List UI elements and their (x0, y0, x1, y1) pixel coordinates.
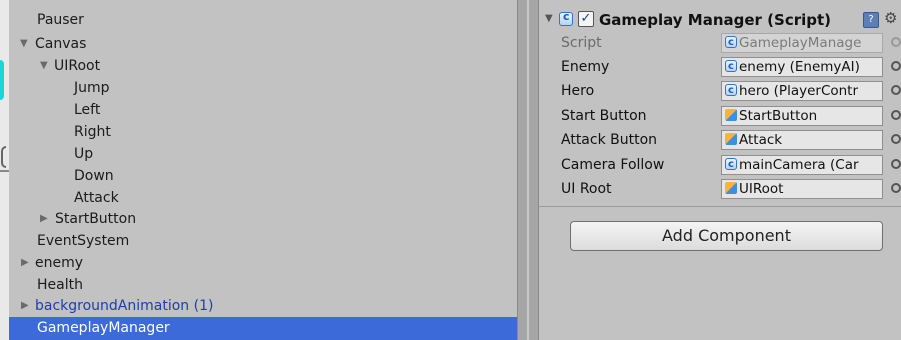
field-value: StartButton (739, 108, 818, 124)
tree-item-label: Jump (74, 80, 110, 96)
property-label: Camera Follow (561, 157, 665, 173)
tree-item-up[interactable]: Up (9, 143, 517, 165)
camera-follow-object-field[interactable]: mainCamera (Car (721, 155, 883, 175)
tree-item-label: Up (74, 146, 94, 162)
property-row-attack-button: Attack Button Attack (539, 129, 901, 151)
tree-item-label: enemy (35, 255, 84, 271)
property-label: Script (561, 35, 602, 51)
tree-item-uiroot[interactable]: ▼ UIRoot (9, 55, 517, 77)
tree-item-label: Right (74, 124, 111, 140)
property-row-ui-root: UI Root UIRoot (539, 178, 901, 200)
fold-arrow-icon[interactable]: ▼ (545, 13, 553, 24)
property-label: Enemy (561, 59, 610, 75)
property-label: UI Root (561, 181, 612, 197)
inspector-panel: ▼ ✓ Gameplay Manager (Script) ? ⚙ Script… (539, 0, 901, 340)
tree-item-label: Health (37, 277, 83, 293)
property-label: Start Button (561, 108, 647, 124)
tree-item-gameplaymanager[interactable]: GameplayManager (9, 317, 517, 340)
script-object-field: GameplayManage (721, 33, 883, 53)
attack-button-object-field[interactable]: Attack (721, 130, 883, 150)
tree-item-enemy[interactable]: ▶ enemy (9, 252, 517, 274)
tree-item-label: backgroundAnimation (1) (35, 298, 214, 314)
tree-item-canvas[interactable]: ▼ Canvas (9, 33, 517, 55)
component-enabled-checkbox[interactable]: ✓ (578, 11, 594, 27)
script-icon (725, 156, 737, 174)
tree-item-startbutton[interactable]: ▶ StartButton (9, 208, 517, 230)
field-value: mainCamera (Car (739, 157, 859, 173)
hierarchy-panel: Pauser ▼ Canvas ▼ UIRoot Jump Left Right… (9, 0, 517, 340)
tree-item-down[interactable]: Down (9, 165, 517, 187)
tree-item-health[interactable]: Health (9, 274, 517, 296)
object-picker-icon[interactable] (891, 85, 901, 95)
object-picker-icon (891, 37, 901, 47)
tree-item-label: Canvas (35, 36, 87, 52)
hero-object-field[interactable]: hero (PlayerContr (721, 81, 883, 101)
scene-view-edge-line (0, 170, 9, 172)
object-picker-icon[interactable] (891, 183, 901, 193)
tree-item-backgroundanimation[interactable]: ▶ backgroundAnimation (1) (9, 295, 517, 317)
tree-item-eventsystem[interactable]: EventSystem (9, 230, 517, 252)
tree-item-pauser[interactable]: Pauser (9, 9, 517, 31)
object-picker-icon[interactable] (891, 159, 901, 169)
ui-root-object-field[interactable]: UIRoot (721, 179, 883, 199)
expand-arrow-icon[interactable]: ▶ (40, 208, 48, 230)
property-label: Hero (561, 83, 595, 99)
property-row-camera-follow: Camera Follow mainCamera (Car (539, 154, 901, 176)
add-component-button[interactable]: Add Component (570, 221, 883, 251)
tree-item-label: StartButton (55, 211, 137, 227)
expand-arrow-icon[interactable]: ▶ (21, 295, 29, 317)
tree-item-label: Pauser (37, 12, 84, 28)
prefab-cube-icon (725, 182, 737, 194)
enemy-object-field[interactable]: enemy (EnemyAI) (721, 57, 883, 77)
object-picker-icon[interactable] (891, 61, 901, 71)
tree-item-attack[interactable]: Attack (9, 187, 517, 209)
field-value: UIRoot (739, 181, 784, 197)
scene-view-edge-mark (1, 146, 6, 168)
scene-view-edge-artifact (0, 60, 4, 100)
component-title: Gameplay Manager (Script) (599, 11, 832, 29)
tree-item-right[interactable]: Right (9, 121, 517, 143)
component-header[interactable]: ▼ ✓ Gameplay Manager (Script) ? ⚙ (539, 8, 901, 32)
property-row-script: Script GameplayManage (539, 32, 901, 54)
object-picker-icon[interactable] (891, 110, 901, 120)
script-icon (725, 34, 737, 52)
expand-arrow-icon[interactable]: ▶ (21, 252, 29, 274)
field-value: GameplayManage (739, 35, 862, 51)
field-value: Attack (739, 132, 783, 148)
field-value: hero (PlayerContr (739, 83, 859, 99)
expand-arrow-icon[interactable]: ▼ (20, 33, 28, 55)
property-row-enemy: Enemy enemy (EnemyAI) (539, 56, 901, 78)
script-icon (725, 82, 737, 100)
tree-item-left[interactable]: Left (9, 99, 517, 121)
tree-item-label: Left (74, 102, 101, 118)
tree-item-label: UIRoot (54, 58, 101, 74)
tree-item-label: Attack (74, 190, 119, 206)
prefab-cube-icon (725, 133, 737, 145)
panel-splitter[interactable] (517, 0, 539, 340)
tree-item-jump[interactable]: Jump (9, 77, 517, 99)
object-picker-icon[interactable] (891, 134, 901, 144)
script-icon (725, 58, 737, 76)
prefab-cube-icon (725, 109, 737, 121)
script-icon (559, 10, 573, 26)
start-button-object-field[interactable]: StartButton (721, 106, 883, 126)
property-label: Attack Button (561, 132, 658, 148)
left-edge-strip (0, 0, 9, 340)
component-divider (539, 206, 901, 207)
field-value: enemy (EnemyAI) (739, 59, 860, 75)
help-icon[interactable]: ? (863, 12, 879, 28)
property-row-hero: Hero hero (PlayerContr (539, 80, 901, 102)
tree-item-label: GameplayManager (37, 320, 170, 336)
tree-item-label: EventSystem (37, 233, 130, 249)
tree-item-label: Down (74, 168, 114, 184)
property-row-start-button: Start Button StartButton (539, 105, 901, 127)
gear-icon[interactable]: ⚙ (884, 9, 897, 27)
expand-arrow-icon[interactable]: ▼ (40, 55, 48, 77)
